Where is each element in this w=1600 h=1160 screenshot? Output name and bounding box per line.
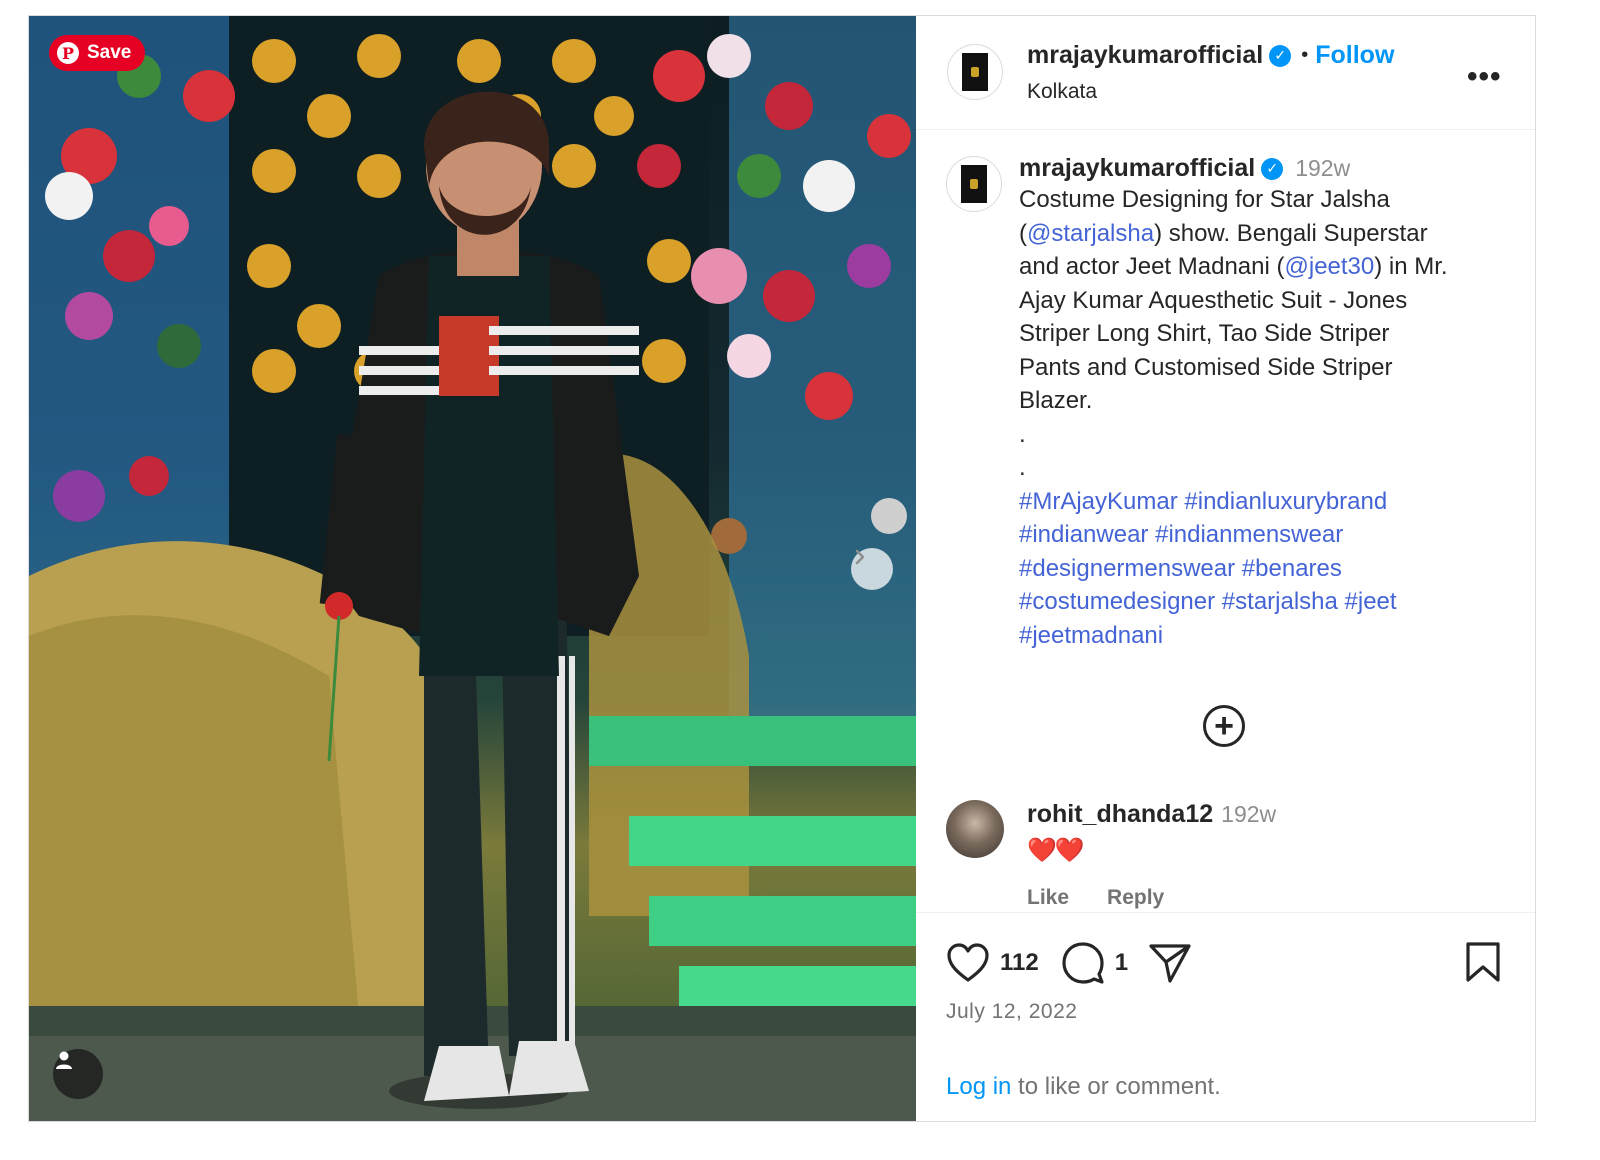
comment-actions: Like Reply bbox=[1027, 886, 1164, 910]
comment-time[interactable]: 192w bbox=[1221, 801, 1276, 828]
post-date[interactable]: July 12, 2022 bbox=[946, 1000, 1077, 1024]
hashtag-line: #jeetmadnani bbox=[1019, 619, 1519, 653]
chevron-right-icon bbox=[855, 549, 865, 565]
hashtag-line: #costumedesigner #starjalsha #jeet bbox=[1019, 585, 1519, 619]
heart-icon[interactable] bbox=[946, 943, 990, 983]
user-icon bbox=[56, 1051, 72, 1069]
comments-count[interactable]: 1 bbox=[1115, 949, 1128, 977]
pinterest-save-button[interactable]: P Save bbox=[49, 35, 146, 71]
caption-line: Blazer. bbox=[1019, 387, 1093, 414]
caption-line: Pants and Customised Side Striper bbox=[1019, 353, 1393, 381]
caption-line: . bbox=[1019, 454, 1026, 481]
hashtag-line: #designermenswear #benares bbox=[1019, 552, 1519, 586]
caption-header: mrajaykumarofficial ✓ 192w bbox=[1019, 154, 1519, 183]
login-prompt: Log in to like or comment. bbox=[946, 1073, 1221, 1101]
post-location[interactable]: Kolkata bbox=[1027, 80, 1097, 104]
commenter-username[interactable]: rohit_dhanda12 bbox=[1027, 800, 1213, 829]
post-actions-bar: 112 1 July 12, 2022 Log in to like or co… bbox=[916, 912, 1535, 1121]
share-icon[interactable] bbox=[1148, 942, 1192, 984]
brand-logo-icon bbox=[962, 53, 988, 91]
caption-line: (@starjalsha) show. Bengali Superstar bbox=[1019, 217, 1519, 251]
comment-like-button[interactable]: Like bbox=[1027, 886, 1069, 910]
author-line: mrajaykumarofficial ✓ • Follow bbox=[1027, 41, 1394, 70]
caption-line: and actor Jeet Madnani (@jeet30) in Mr. bbox=[1019, 250, 1519, 284]
caption-author-username[interactable]: mrajaykumarofficial bbox=[1019, 154, 1255, 183]
hashtag-link[interactable]: #indianmenswear bbox=[1155, 521, 1343, 548]
load-more-comments-button[interactable]: + bbox=[1203, 705, 1245, 747]
author-username[interactable]: mrajaykumarofficial bbox=[1027, 41, 1263, 70]
hashtag-link[interactable]: #starjalsha bbox=[1222, 588, 1338, 615]
hashtag-line: #MrAjayKumar #indianluxurybrand bbox=[1019, 485, 1519, 519]
post-caption: mrajaykumarofficial ✓ 192w Costume Desig… bbox=[1019, 154, 1519, 652]
hashtag-block: #MrAjayKumar #indianluxurybrand #indianwe… bbox=[1019, 485, 1519, 653]
hashtag-link[interactable]: #MrAjayKumar bbox=[1019, 488, 1178, 515]
caption-line: Ajay Kumar Aquesthetic Suit - Jones bbox=[1019, 286, 1408, 314]
plus-circle-icon: + bbox=[1214, 707, 1234, 745]
caption-author-avatar[interactable] bbox=[946, 156, 1002, 212]
verified-badge-icon: ✓ bbox=[1261, 157, 1284, 180]
caption-text-fragment: and actor Jeet Madnani ( bbox=[1019, 253, 1285, 280]
hashtag-link[interactable]: #benares bbox=[1242, 555, 1342, 582]
hashtag-link[interactable]: #jeetmadnani bbox=[1019, 622, 1163, 649]
caption-text: Costume Designing for Star Jalsha (@star… bbox=[1019, 183, 1519, 652]
header-separator: • bbox=[1301, 44, 1309, 66]
comment-text: ❤️❤️ bbox=[1027, 837, 1085, 864]
verified-badge-icon: ✓ bbox=[1269, 44, 1292, 67]
login-link[interactable]: Log in bbox=[946, 1073, 1011, 1100]
caption-line: Costume Designing for Star Jalsha bbox=[1019, 186, 1390, 213]
post-dialog: P Save mrajaykumarofficial ✓ • Follow Ko… bbox=[28, 15, 1536, 1122]
mention-link[interactable]: @starjalsha bbox=[1027, 220, 1154, 247]
hashtag-link[interactable]: #costumedesigner bbox=[1019, 588, 1215, 615]
pinterest-icon: P bbox=[57, 42, 79, 64]
hashtag-link[interactable]: #indianwear bbox=[1019, 521, 1148, 548]
commenter-avatar[interactable] bbox=[946, 800, 1004, 858]
next-photo-button[interactable] bbox=[851, 548, 893, 590]
tagged-users-button[interactable] bbox=[53, 1049, 103, 1099]
brand-logo-icon bbox=[961, 165, 987, 203]
comment-reply-button[interactable]: Reply bbox=[1107, 886, 1164, 910]
caption-text-fragment: ) show. Bengali Superstar bbox=[1154, 219, 1428, 247]
pinterest-save-label: Save bbox=[87, 42, 132, 63]
post-side-panel: mrajaykumarofficial ✓ • Follow Kolkata •… bbox=[916, 16, 1535, 1121]
comment-header: rohit_dhanda12 192w bbox=[1027, 800, 1276, 829]
post-header: mrajaykumarofficial ✓ • Follow Kolkata •… bbox=[916, 16, 1535, 130]
bookmark-icon[interactable] bbox=[1465, 941, 1501, 983]
comment-icon[interactable] bbox=[1061, 941, 1105, 985]
author-avatar[interactable] bbox=[947, 44, 1003, 100]
hashtag-link[interactable]: #designermenswear bbox=[1019, 555, 1235, 582]
caption-time[interactable]: 192w bbox=[1295, 155, 1350, 182]
hashtag-link[interactable]: #jeet bbox=[1345, 588, 1397, 615]
caption-text-fragment: ) in Mr. bbox=[1374, 253, 1448, 280]
more-options-button[interactable]: ••• bbox=[1467, 60, 1502, 94]
caption-text-fragment: ( bbox=[1019, 219, 1027, 247]
login-prompt-text: to like or comment. bbox=[1011, 1073, 1221, 1100]
caption-line: Striper Long Shirt, Tao Side Striper bbox=[1019, 320, 1390, 347]
hashtag-line: #indianwear #indianmenswear bbox=[1019, 518, 1519, 552]
post-photo[interactable]: P Save bbox=[29, 16, 916, 1121]
hashtag-link[interactable]: #indianluxurybrand bbox=[1184, 488, 1387, 515]
follow-button[interactable]: Follow bbox=[1315, 41, 1394, 70]
photo-scene bbox=[29, 16, 916, 1121]
action-icons: 112 1 bbox=[946, 941, 1192, 985]
caption-line: . bbox=[1019, 420, 1026, 448]
likes-count[interactable]: 112 bbox=[1000, 949, 1039, 977]
mention-link[interactable]: @jeet30 bbox=[1285, 253, 1375, 280]
